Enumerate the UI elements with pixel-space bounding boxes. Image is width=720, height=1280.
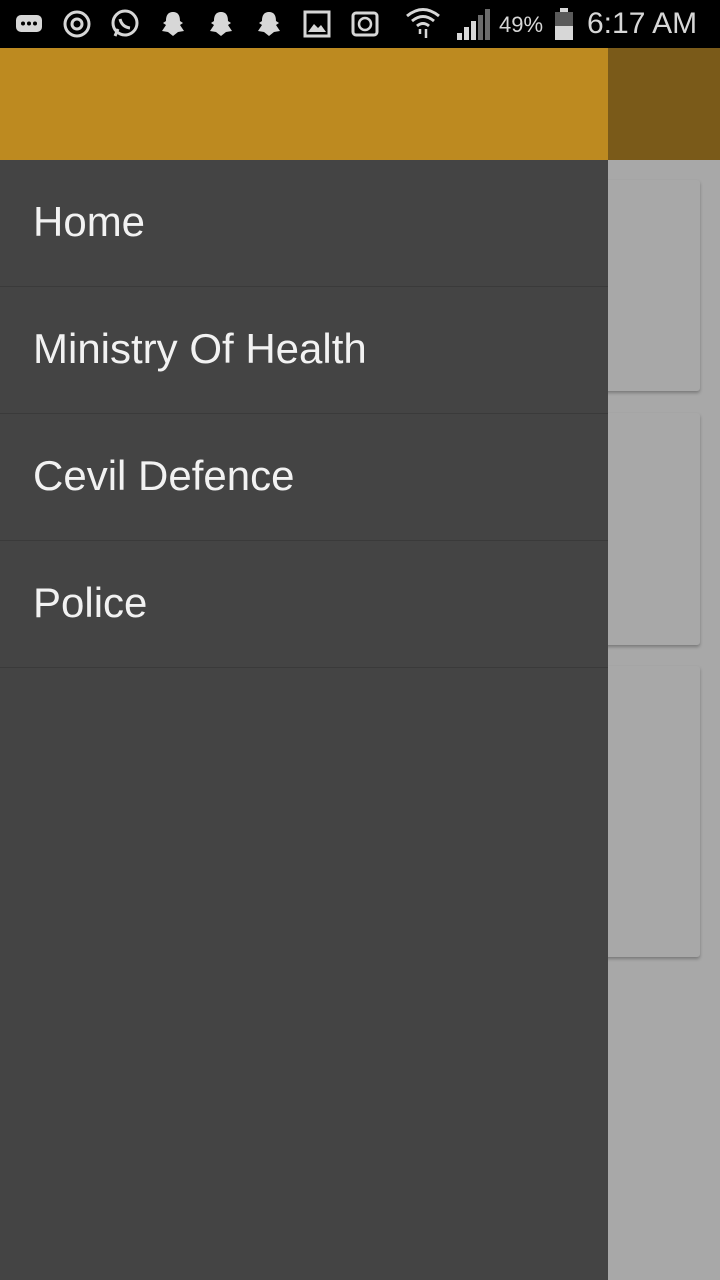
menu-item-label: Cevil Defence xyxy=(33,452,295,499)
status-bar: 49% 6:17 AM xyxy=(0,0,720,48)
menu-item-label: Ministry Of Health xyxy=(33,325,367,372)
messages-icon xyxy=(16,15,42,32)
snapchat-icon xyxy=(210,12,232,36)
battery-icon xyxy=(555,8,573,40)
menu-item-label: Home xyxy=(33,198,146,245)
menu-item-police[interactable]: Police xyxy=(0,541,608,668)
gallery-icon xyxy=(303,10,331,38)
snapchat-icon xyxy=(258,12,280,36)
clock-time: 6:17 AM xyxy=(587,7,698,40)
drawer-menu: Home Ministry Of Health Cevil Defence Po… xyxy=(0,160,608,668)
whatsapp-icon xyxy=(111,9,139,37)
battery-percentage: 49% xyxy=(499,12,544,37)
drawer-header xyxy=(0,48,608,160)
snapchat-icon xyxy=(162,12,184,36)
wifi-icon xyxy=(406,8,440,38)
signal-icon xyxy=(457,9,490,40)
menu-item-ministry-of-health[interactable]: Ministry Of Health xyxy=(0,287,608,414)
money-icon xyxy=(351,11,379,37)
navigation-drawer: Home Ministry Of Health Cevil Defence Po… xyxy=(0,48,608,1280)
menu-item-label: Police xyxy=(33,579,148,626)
menu-item-home[interactable]: Home xyxy=(0,160,608,287)
menu-item-civil-defence[interactable]: Cevil Defence xyxy=(0,414,608,541)
sync-icon xyxy=(63,10,91,38)
